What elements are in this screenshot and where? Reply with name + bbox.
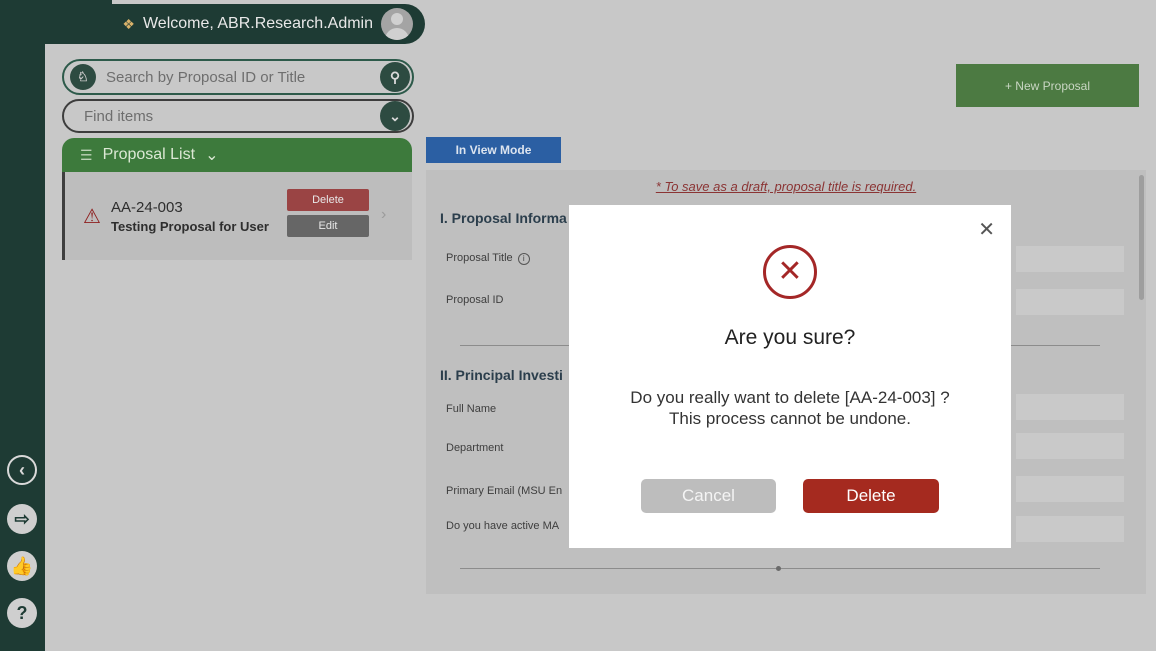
department-label: Department: [446, 442, 504, 454]
confirm-delete-dialog: ✕ ✕ Are you sure? Do you really want to …: [569, 205, 1011, 548]
chevron-right-icon[interactable]: ›: [381, 206, 386, 224]
logout-icon[interactable]: ⇨: [7, 504, 37, 534]
draft-note: * To save as a draft, proposal title is …: [655, 179, 917, 194]
list-icon: ☰: [80, 146, 93, 163]
help-icon[interactable]: ?: [7, 598, 37, 628]
edit-button[interactable]: Edit: [287, 215, 369, 237]
proposal-title-label: Proposal Title i: [446, 252, 530, 265]
search-icon[interactable]: ⚲: [380, 62, 410, 92]
delete-button[interactable]: Delete: [287, 189, 369, 211]
thumbs-up-icon[interactable]: 👍: [7, 551, 37, 581]
new-proposal-button[interactable]: + New Proposal: [956, 64, 1139, 107]
close-icon[interactable]: ✕: [978, 217, 995, 242]
full-name-field[interactable]: [1016, 394, 1124, 420]
proposal-id-field[interactable]: [1016, 289, 1124, 315]
proposal-id: AA-24-003: [111, 199, 183, 216]
proposal-list-title: Proposal List: [102, 146, 196, 163]
info-icon: i: [517, 253, 530, 265]
find-items-bar: ⌄: [62, 99, 414, 133]
active-question-field[interactable]: [1016, 516, 1124, 542]
back-arrow-icon[interactable]: ‹: [7, 455, 37, 485]
search-bar: ♘ ⚲: [62, 59, 414, 95]
proposal-id-label: Proposal ID: [446, 294, 504, 306]
dialog-message-line: Do you really want to delete [AA-24-003]…: [630, 388, 950, 407]
welcome-banner: ❖ Welcome, ABR.Research.Admin: [45, 4, 425, 44]
view-mode-badge: In View Mode: [426, 137, 561, 163]
department-field[interactable]: [1016, 433, 1124, 459]
proposal-list-header[interactable]: ☰ Proposal List ⌄: [62, 138, 412, 172]
proposal-list: ⚠ AA-24-003 Testing Proposal for User De…: [62, 172, 412, 260]
find-items-input[interactable]: [84, 107, 364, 125]
primary-email-field[interactable]: [1016, 476, 1124, 502]
full-name-label: Full Name: [446, 403, 497, 415]
waving-hand-icon: ❖: [122, 15, 135, 32]
primary-email-label: Primary Email (MSU En: [446, 485, 563, 497]
search-input[interactable]: [106, 68, 366, 86]
section-proposal-information: I. Proposal Informa: [440, 210, 567, 226]
welcome-text: Welcome, ABR.Research.Admin: [142, 15, 373, 32]
section-principal-investigator: II. Principal Investi: [440, 367, 563, 383]
active-question-label: Do you have active MA: [446, 520, 560, 532]
spartan-logo-icon: ♘: [70, 64, 96, 90]
proposal-title: Testing Proposal for User: [111, 219, 269, 234]
user-avatar-icon[interactable]: [381, 8, 413, 40]
proposal-title-field[interactable]: [1016, 246, 1124, 272]
dialog-message-line: This process cannot be undone.: [669, 409, 911, 428]
cancel-button[interactable]: Cancel: [641, 479, 776, 513]
confirm-delete-button[interactable]: Delete: [803, 479, 939, 513]
dialog-heading: Are you sure?: [724, 326, 856, 349]
form-scrollbar[interactable]: [1139, 175, 1144, 300]
dialog-message: Do you really want to delete [AA-24-003]…: [569, 387, 1011, 429]
chevron-down-icon[interactable]: ⌄: [380, 101, 410, 131]
chevron-down-icon: ⌄: [205, 147, 219, 164]
divider-dot: [776, 566, 781, 571]
warning-icon: ⚠: [83, 206, 101, 228]
error-x-icon: ✕: [763, 245, 817, 299]
